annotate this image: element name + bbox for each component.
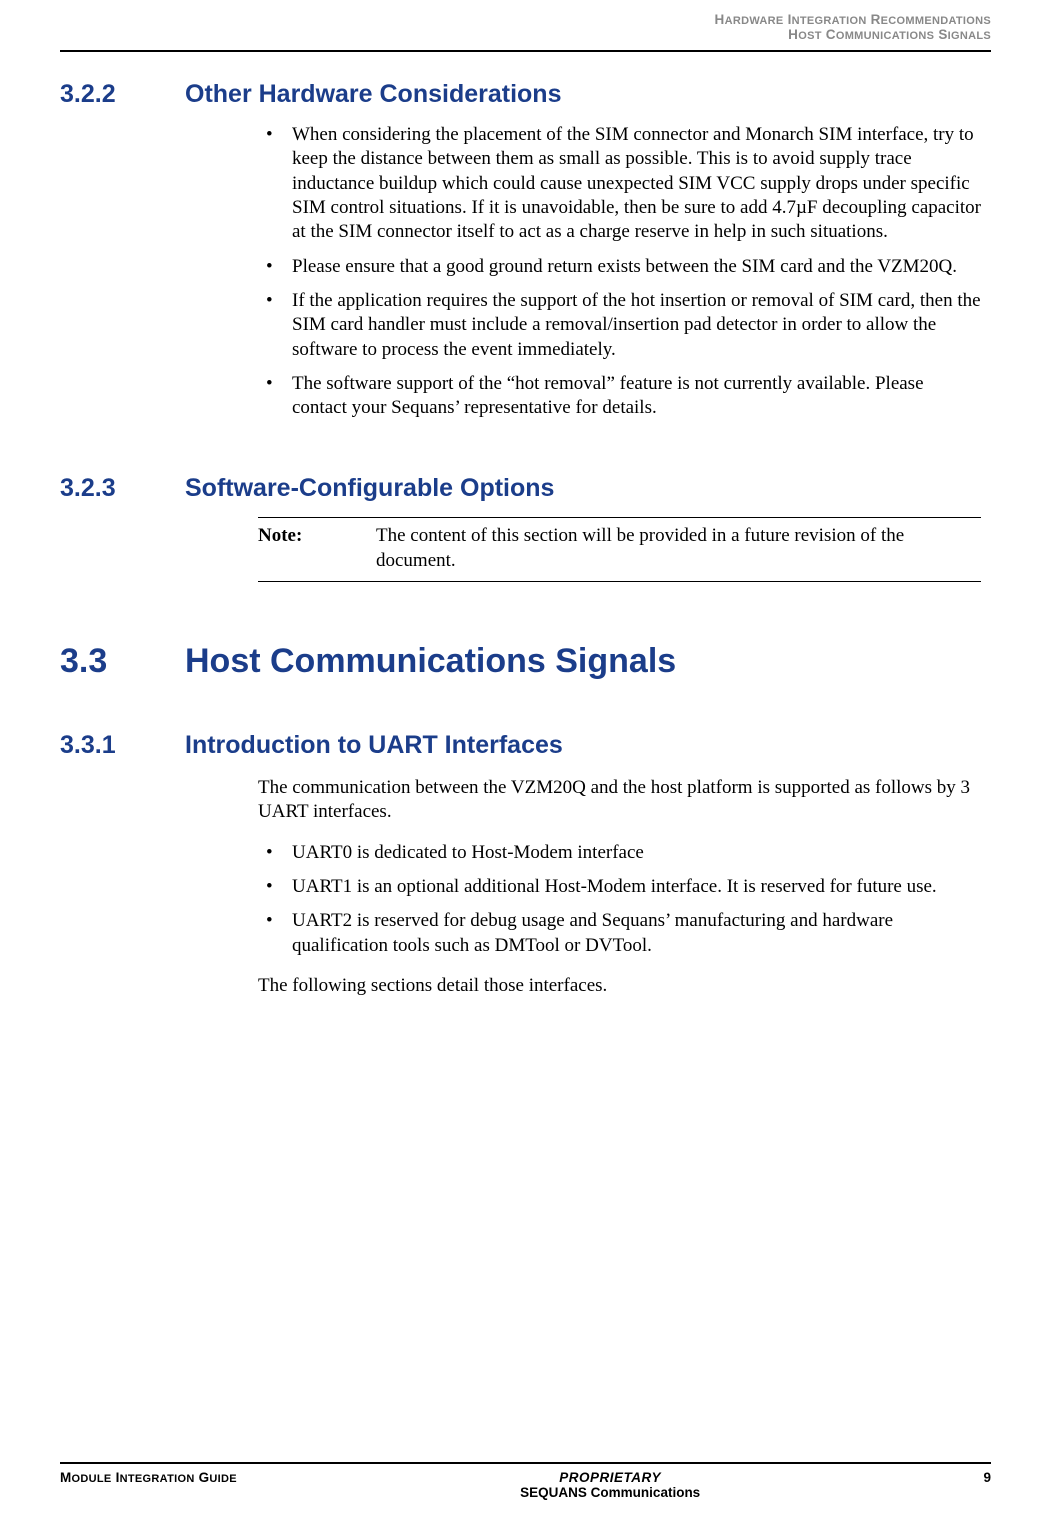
ftl-c: I	[112, 1470, 120, 1485]
list-item: Please ensure that a good ground return …	[258, 255, 981, 279]
heading-3-3-1: 3.3.1 Introduction to UART Interfaces	[60, 731, 991, 760]
hdr2-a: H	[788, 27, 798, 42]
heading-title: Host Communications Signals	[185, 642, 676, 681]
content: 3.2.2 Other Hardware Considerations When…	[60, 52, 991, 998]
footer-company: SEQUANS Communications	[237, 1485, 984, 1500]
sec-3-2-3-body: Note: The content of this section will b…	[258, 517, 981, 582]
footer-rule	[60, 1462, 991, 1464]
list-item: UART0 is dedicated to Host-Modem interfa…	[258, 841, 981, 865]
footer-center: PROPRIETARY SEQUANS Communications	[237, 1470, 984, 1500]
heading-3-2-2: 3.2.2 Other Hardware Considerations	[60, 80, 991, 109]
footer-left: MODULE INTEGRATION GUIDE	[60, 1470, 237, 1500]
list-item: When considering the placement of the SI…	[258, 123, 981, 245]
heading-title: Other Hardware Considerations	[185, 80, 561, 109]
note-text: The content of this section will be prov…	[376, 524, 981, 573]
hdr2-d: OMMUNICATIONS	[836, 30, 934, 42]
paragraph: The following sections detail those inte…	[258, 974, 981, 998]
list-item: The software support of the “hot removal…	[258, 372, 981, 421]
heading-title: Software-Configurable Options	[185, 474, 554, 503]
hdr1-b: ARDWARE	[725, 15, 784, 27]
bullet-list-3-2-2: When considering the placement of the SI…	[258, 123, 981, 420]
footer-page-number: 9	[983, 1470, 991, 1500]
heading-num: 3.2.2	[60, 80, 185, 109]
sec-3-3-1-body: The communication between the VZM20Q and…	[258, 776, 981, 998]
hdr2-e: S	[934, 27, 947, 42]
hdr1-d: NTEGRATION	[792, 15, 867, 27]
list-item: UART2 is reserved for debug usage and Se…	[258, 909, 981, 958]
hdr1-f: ECOMMENDATIONS	[881, 15, 991, 27]
ftl-f: UIDE	[209, 1473, 236, 1485]
hdr1-e: R	[867, 12, 881, 27]
heading-num: 3.3.1	[60, 731, 185, 760]
ftl-a: M	[60, 1470, 72, 1485]
page-header: HARDWARE INTEGRATION RECOMMENDATIONS HOS…	[60, 0, 991, 42]
page-footer: MODULE INTEGRATION GUIDE PROPRIETARY SEQ…	[60, 1462, 991, 1500]
note-label: Note:	[258, 524, 376, 573]
ftl-d: NTEGRATION	[120, 1473, 195, 1485]
header-line-2: HOST COMMUNICATIONS SIGNALS	[60, 27, 991, 42]
hdr1-c: I	[784, 12, 792, 27]
heading-3-2-3: 3.2.3 Software-Configurable Options	[60, 474, 991, 503]
page: HARDWARE INTEGRATION RECOMMENDATIONS HOS…	[0, 0, 1051, 1518]
hdr2-b: OST	[798, 30, 822, 42]
ftl-b: ODULE	[72, 1473, 112, 1485]
note-block: Note: The content of this section will b…	[258, 517, 981, 582]
list-item: If the application requires the support …	[258, 289, 981, 362]
hdr1-a: H	[715, 12, 725, 27]
heading-3-3: 3.3 Host Communications Signals	[60, 642, 991, 681]
sec-3-2-2-body: When considering the placement of the SI…	[258, 123, 981, 420]
footer-row: MODULE INTEGRATION GUIDE PROPRIETARY SEQ…	[60, 1470, 991, 1500]
heading-num: 3.3	[60, 642, 185, 681]
hdr2-f: IGNALS	[948, 30, 991, 42]
header-line-1: HARDWARE INTEGRATION RECOMMENDATIONS	[60, 12, 991, 27]
hdr2-c: C	[822, 27, 836, 42]
bullet-list-3-3-1: UART0 is dedicated to Host-Modem interfa…	[258, 841, 981, 958]
ftl-e: G	[195, 1470, 210, 1485]
paragraph: The communication between the VZM20Q and…	[258, 776, 981, 825]
footer-proprietary: PROPRIETARY	[237, 1470, 984, 1485]
list-item: UART1 is an optional additional Host-Mod…	[258, 875, 981, 899]
heading-title: Introduction to UART Interfaces	[185, 731, 563, 760]
heading-num: 3.2.3	[60, 474, 185, 503]
